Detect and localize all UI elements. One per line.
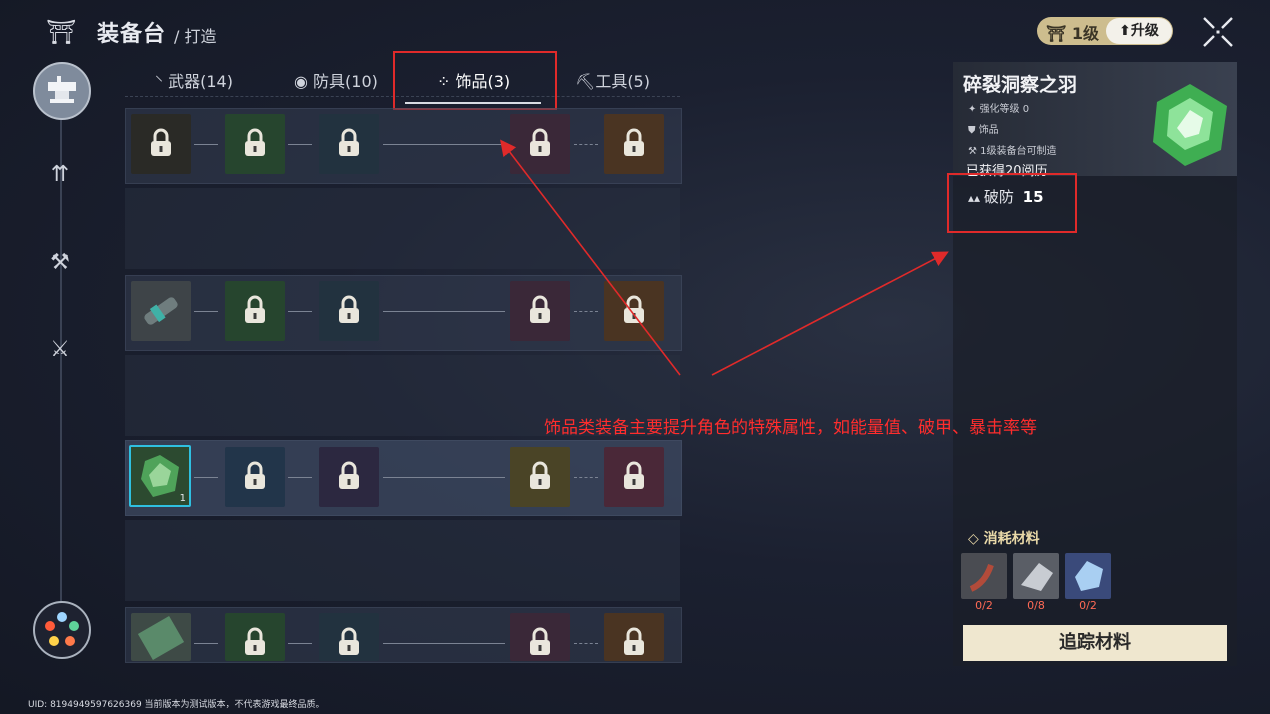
annotation-arrows (500, 139, 949, 376)
annotation-text: 饰品类装备主要提升角色的特殊属性，如能量值、破甲、暴击率等 (544, 418, 1037, 438)
footer-uid: UID: 8194949597626369 当前版本为测试版本，不代表游戏最终品… (28, 700, 325, 710)
